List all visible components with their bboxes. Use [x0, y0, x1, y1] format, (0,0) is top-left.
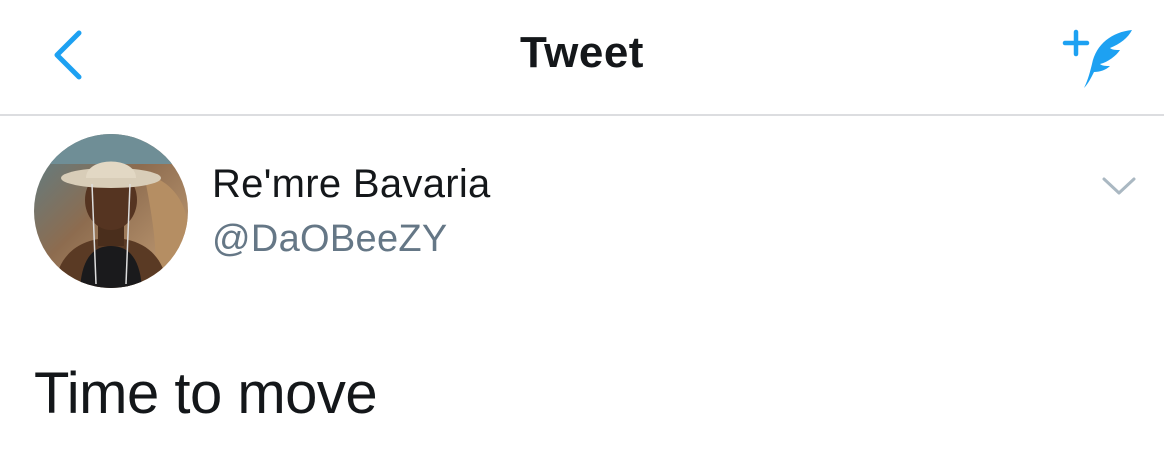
tweet-menu-button[interactable] — [1096, 170, 1142, 202]
compose-tweet-icon — [1062, 29, 1132, 88]
page-title: Tweet — [520, 28, 644, 77]
tweet-author-header: Re'mre Bavaria @DaOBeeZY — [0, 134, 1164, 294]
chevron-down-icon — [1102, 177, 1136, 195]
author-handle[interactable]: @DaOBeeZY — [212, 218, 448, 261]
author-display-name[interactable]: Re'mre Bavaria — [212, 162, 491, 207]
avatar-photo — [34, 134, 188, 288]
compose-tweet-button[interactable] — [1058, 22, 1138, 94]
navigation-bar: Tweet — [0, 0, 1164, 116]
tweet-detail-screen: Tweet Re'mre Bavaria @DaOBeeZY Time to m… — [0, 0, 1164, 452]
avatar[interactable] — [34, 134, 188, 288]
tweet-text: Time to move — [34, 361, 378, 426]
